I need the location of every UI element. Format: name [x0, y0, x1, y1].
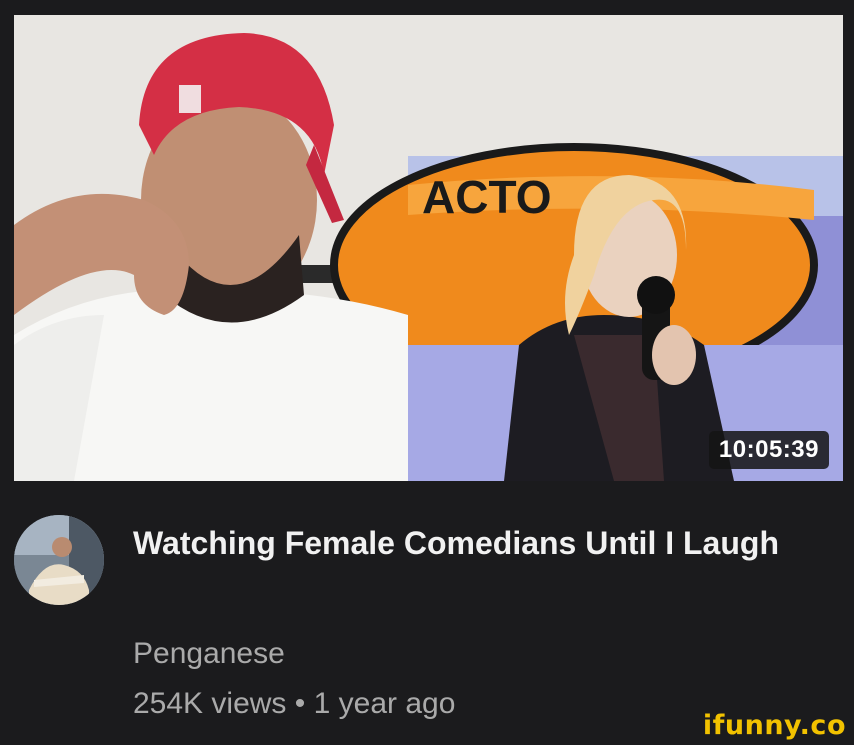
video-metadata: 254K views • 1 year ago	[133, 687, 455, 721]
channel-avatar[interactable]	[14, 515, 104, 605]
view-count: 254K views	[133, 687, 287, 720]
video-thumbnail[interactable]: ACTO 10:05:39	[14, 15, 843, 481]
sign-text: ACTO	[422, 171, 552, 223]
thumbnail-image: ACTO	[14, 15, 843, 481]
video-duration: 10:05:39	[708, 431, 829, 469]
ifunny-watermark: ifunny.co	[702, 710, 846, 741]
avatar-image	[14, 515, 104, 605]
meta-separator: •	[294, 687, 306, 720]
video-title[interactable]: Watching Female Comedians Until I Laugh	[133, 517, 813, 569]
channel-name[interactable]: Penganese	[133, 637, 285, 671]
upload-age: 1 year ago	[313, 687, 456, 720]
